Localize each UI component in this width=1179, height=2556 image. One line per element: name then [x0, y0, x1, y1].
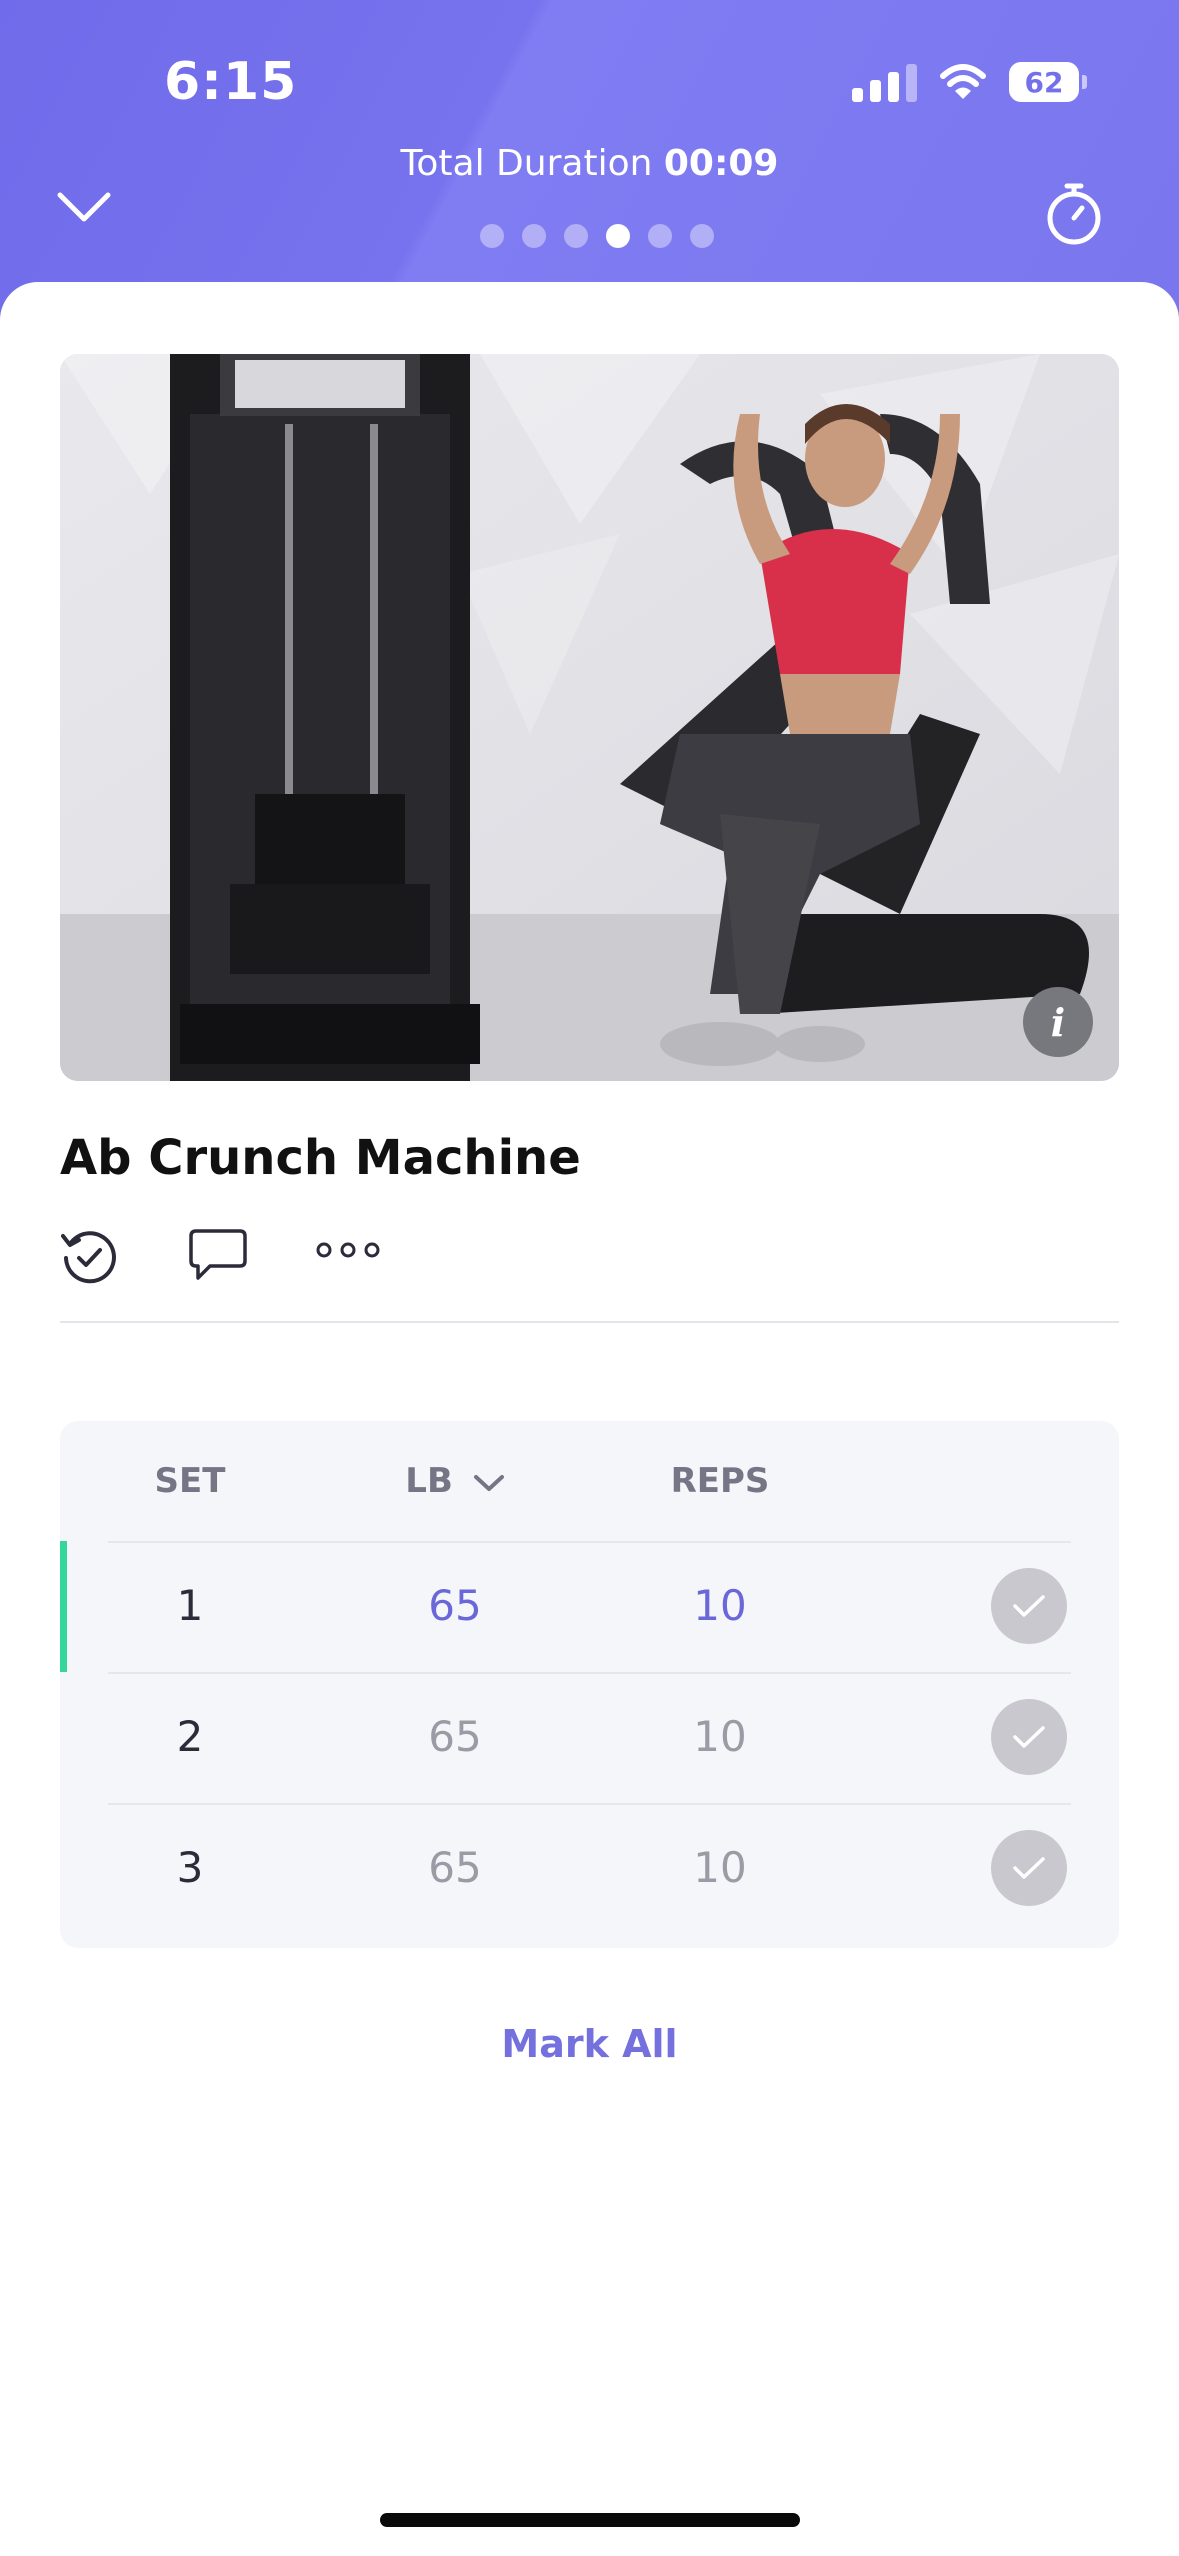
duration-label: Total Duration: [400, 143, 653, 184]
status-time: 6:15: [164, 52, 298, 112]
page-dot[interactable]: [480, 224, 504, 248]
column-lb[interactable]: LB: [355, 1461, 555, 1501]
reps-value[interactable]: 10: [620, 1712, 820, 1761]
stopwatch-icon[interactable]: [1040, 180, 1108, 248]
checkmark-icon: [1013, 1857, 1045, 1879]
active-row-indicator: [60, 1541, 67, 1672]
complete-set-button[interactable]: [991, 1830, 1067, 1906]
wifi-icon: [940, 64, 986, 99]
exercise-title: Ab Crunch Machine: [60, 1130, 581, 1186]
set-number: 2: [176, 1712, 204, 1761]
table-row[interactable]: 2 65 10: [60, 1672, 1119, 1803]
status-icons: 62: [852, 62, 1087, 102]
column-reps: REPS: [670, 1461, 770, 1501]
complete-set-button[interactable]: [991, 1568, 1067, 1644]
info-button[interactable]: i: [1023, 987, 1093, 1057]
table-row[interactable]: 1 65 10: [60, 1541, 1119, 1672]
page-dot[interactable]: [648, 224, 672, 248]
page-dot[interactable]: [522, 224, 546, 248]
comment-icon[interactable]: [188, 1228, 248, 1282]
column-set: SET: [154, 1461, 226, 1501]
chevron-down-icon[interactable]: [473, 1473, 505, 1493]
table-header: SET LB REPS: [60, 1421, 1119, 1541]
row-divider: [108, 1541, 1071, 1543]
reps-value[interactable]: 10: [620, 1581, 820, 1630]
home-indicator[interactable]: [380, 2513, 800, 2527]
complete-set-button[interactable]: [991, 1699, 1067, 1775]
page-dot[interactable]: [564, 224, 588, 248]
total-duration: Total Duration 00:09: [0, 143, 1179, 184]
unit-label: LB: [405, 1461, 453, 1501]
battery-icon: 62: [1009, 62, 1087, 102]
exercise-illustration: [60, 354, 1119, 1081]
divider: [60, 1321, 1119, 1323]
more-icon[interactable]: [316, 1238, 380, 1262]
checkmark-icon: [1013, 1595, 1045, 1617]
weight-value[interactable]: 65: [355, 1712, 555, 1761]
mark-all-button[interactable]: Mark All: [0, 2022, 1179, 2066]
weight-value[interactable]: 65: [355, 1843, 555, 1892]
cellular-signal-icon: [852, 62, 917, 102]
row-divider: [108, 1672, 1071, 1674]
duration-value: 00:09: [663, 143, 779, 184]
checkmark-icon: [1013, 1726, 1045, 1748]
chevron-down-icon[interactable]: [56, 190, 112, 224]
row-divider: [108, 1803, 1071, 1805]
exercise-video[interactable]: i: [60, 354, 1119, 1081]
set-number: 3: [176, 1843, 204, 1892]
weight-value[interactable]: 65: [355, 1581, 555, 1630]
reps-value[interactable]: 10: [620, 1843, 820, 1892]
page-dot[interactable]: [690, 224, 714, 248]
workout-header: 6:15 62 Total Duration 00:09: [0, 0, 1179, 320]
page-indicator[interactable]: [480, 224, 714, 248]
history-check-icon[interactable]: [60, 1228, 118, 1286]
table-row[interactable]: 3 65 10: [60, 1803, 1119, 1934]
page-dot-active[interactable]: [606, 224, 630, 248]
set-number: 1: [176, 1581, 204, 1630]
sets-table: SET LB REPS 1 65 10 2 65 10 3 65 10: [60, 1421, 1119, 1948]
